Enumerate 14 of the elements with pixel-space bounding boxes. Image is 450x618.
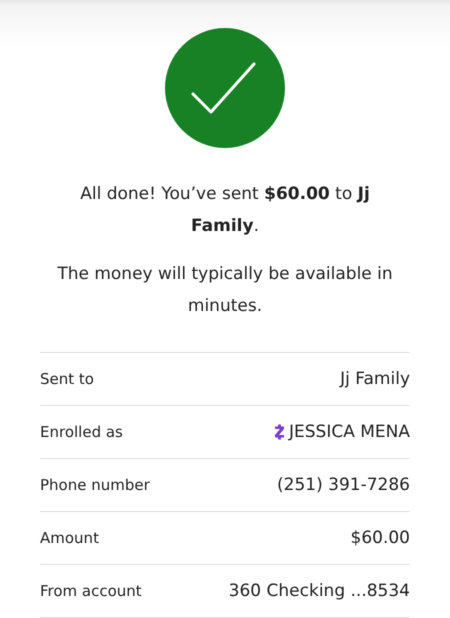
detail-label: Phone number (40, 476, 150, 494)
confirmation-message: All done! You’ve sent $60.00 to Jj Family. (79, 183, 371, 238)
detail-value: (251) 391-7286 (277, 475, 410, 495)
detail-label: Amount (40, 529, 99, 547)
detail-value: 360 Checking ...8534 (228, 581, 410, 601)
check-circle-icon (165, 28, 285, 148)
availability-note: The money will typically be available in minutes. (56, 263, 394, 318)
detail-label: Sent to (40, 370, 94, 388)
detail-value: Jj Family (340, 369, 410, 389)
zelle-z-icon (274, 424, 285, 440)
detail-value: $60.00 (350, 528, 410, 548)
detail-value: JESSICA MENA (288, 422, 410, 442)
detail-label: Enrolled as (40, 423, 123, 441)
detail-label: From account (40, 582, 142, 600)
